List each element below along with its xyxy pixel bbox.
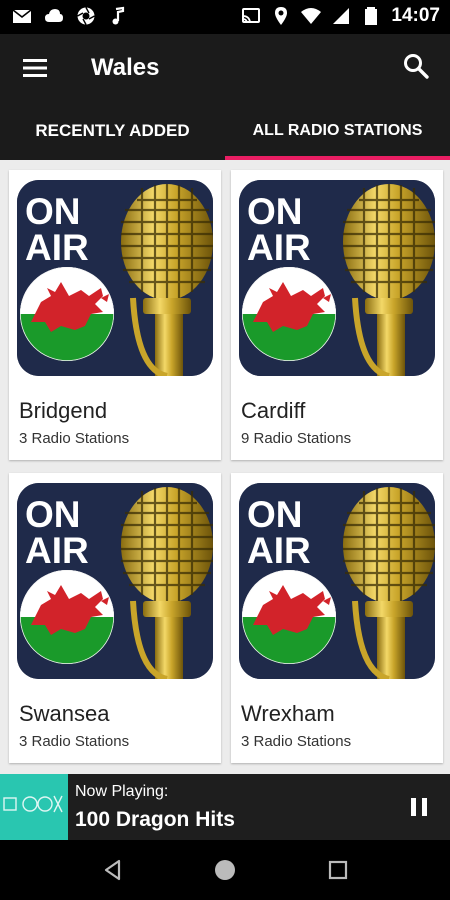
status-bar: 14:07 — [0, 0, 450, 34]
pause-icon[interactable] — [408, 796, 430, 818]
card-name: Bridgend — [19, 398, 108, 423]
aperture-icon — [77, 7, 95, 25]
system-navigation-bar — [0, 840, 450, 900]
clock: 14:07 — [391, 5, 440, 26]
on-air-microphone-icon: ON AIR — [239, 483, 435, 679]
signal-icon — [333, 8, 350, 24]
cloud-icon — [45, 9, 63, 22]
region-card-swansea[interactable]: ON AIR Swansea 3 Radio Stations — [9, 473, 221, 763]
tab-all-radio-stations[interactable]: ALL RADIO STATIONS — [225, 102, 450, 160]
mail-icon — [12, 9, 32, 23]
on-air-image: ON AIR — [239, 483, 435, 679]
cast-icon — [242, 8, 261, 23]
on-air-text-line2: AIR — [25, 227, 89, 268]
card-station-count: 3 Radio Stations — [19, 733, 130, 750]
region-card-bridgend[interactable]: ON AIR Bridgend 3 Radio Stations — [9, 170, 221, 460]
card-station-count: 3 Radio Stations — [241, 733, 352, 750]
battery-icon — [365, 7, 378, 25]
now-playing-title: 100 Dragon Hits — [75, 808, 235, 831]
back-icon[interactable] — [101, 858, 125, 882]
on-air-text-line2: AIR — [25, 530, 89, 571]
on-air-text-line1: ON — [247, 191, 303, 232]
region-card-cardiff[interactable]: ON AIR Cardiff 9 Radio Stations — [231, 170, 443, 460]
now-playing-label: Now Playing: — [75, 783, 169, 800]
card-name: Swansea — [19, 701, 110, 726]
notification-icons — [12, 6, 128, 26]
wifi-icon — [301, 8, 322, 24]
system-icons: 14:07 — [241, 5, 440, 27]
on-air-microphone-icon: ON AIR — [17, 483, 213, 679]
card-name: Cardiff — [241, 398, 306, 423]
page-title: Wales — [91, 54, 160, 81]
search-icon[interactable] — [402, 52, 430, 80]
app-bar: Wales — [0, 34, 450, 102]
on-air-image: ON AIR — [239, 180, 435, 376]
now-playing-bar[interactable]: Now Playing: 100 Dragon Hits — [0, 774, 450, 840]
on-air-image: ON AIR — [17, 483, 213, 679]
recents-icon[interactable] — [326, 858, 350, 882]
on-air-text-line1: ON — [25, 494, 81, 535]
on-air-text-line2: AIR — [247, 530, 311, 571]
stations-grid: ON AIR Bridgend 3 Radio Stations ON AIR … — [0, 160, 450, 774]
hamburger-menu-icon[interactable] — [20, 54, 50, 82]
card-station-count: 3 Radio Stations — [19, 430, 130, 447]
home-icon[interactable] — [213, 858, 237, 882]
tab-recently-added[interactable]: RECENTLY ADDED — [0, 102, 225, 160]
station-logo-thumbnail — [0, 774, 68, 840]
on-air-microphone-icon: ON AIR — [17, 180, 213, 376]
on-air-text-line1: ON — [247, 494, 303, 535]
on-air-microphone-icon: ON AIR — [239, 180, 435, 376]
music-note-icon — [112, 6, 125, 25]
on-air-text-line1: ON — [25, 191, 81, 232]
on-air-text-line2: AIR — [247, 227, 311, 268]
tab-bar: RECENTLY ADDED ALL RADIO STATIONS — [0, 102, 450, 160]
on-air-image: ON AIR — [17, 180, 213, 376]
location-icon — [275, 7, 288, 25]
card-station-count: 9 Radio Stations — [241, 430, 352, 447]
region-card-wrexham[interactable]: ON AIR Wrexham 3 Radio Stations — [231, 473, 443, 763]
card-name: Wrexham — [241, 701, 335, 726]
